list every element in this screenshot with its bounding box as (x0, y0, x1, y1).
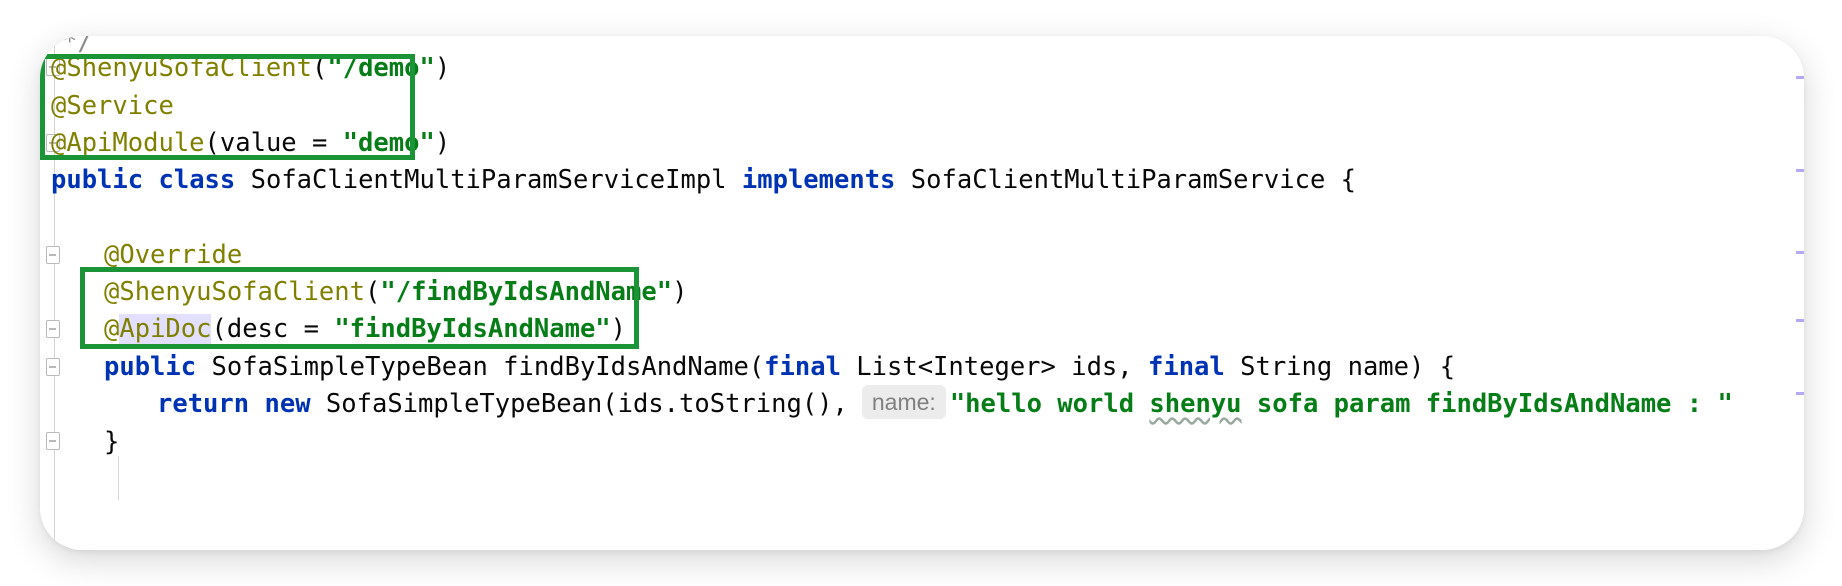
highlight-box-method-annotations (80, 267, 639, 349)
keyword: return (157, 389, 250, 419)
code-line-11[interactable]: } (104, 422, 119, 462)
closing-brace: } (104, 427, 120, 457)
keyword: public (104, 352, 197, 382)
keyword: public (51, 165, 144, 195)
code-line-4[interactable]: public class SofaClientMultiParamService… (51, 160, 1356, 200)
keyword: final (1148, 352, 1225, 382)
code-line-9[interactable]: public SofaSimpleTypeBean findByIdsAndNa… (104, 347, 1455, 387)
keyword: final (764, 352, 841, 382)
highlight-box-class-annotations (40, 54, 415, 160)
code-editor-panel[interactable]: */ @ShenyuSofaClient("/demo") @Service @… (40, 36, 1804, 550)
keyword: class (158, 165, 236, 195)
typo-underline: shenyu (1149, 389, 1242, 419)
annotation: @Override (104, 240, 243, 270)
interface-name: SofaClientMultiParamService { (910, 165, 1356, 195)
code-line-10[interactable]: return new SofaSimpleTypeBean(ids.toStri… (157, 384, 1733, 424)
parameter-hint: name: (861, 385, 946, 419)
keyword: implements (741, 165, 896, 195)
keyword: new (264, 389, 311, 419)
class-name: SofaClientMultiParamServiceImpl (250, 165, 727, 195)
